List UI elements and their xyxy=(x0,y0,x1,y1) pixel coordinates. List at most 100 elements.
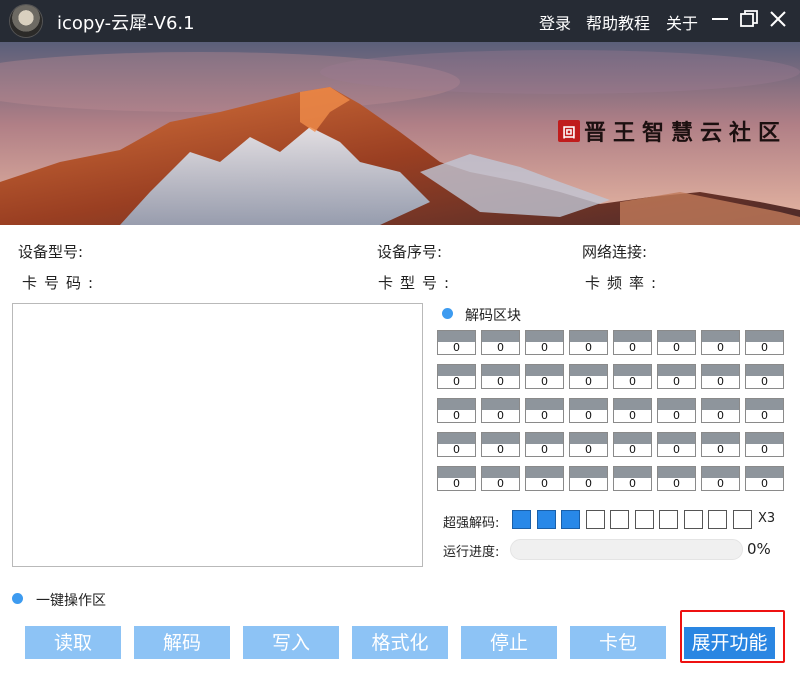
decode-block-cell: 0 xyxy=(613,398,652,423)
super-decode-square xyxy=(561,510,580,529)
decode-block-value: 0 xyxy=(541,375,548,388)
decode-block-cell: 0 xyxy=(745,432,784,457)
decode-block-value: 0 xyxy=(629,341,636,354)
log-output-area[interactable] xyxy=(12,303,423,567)
login-menu[interactable]: 登录 xyxy=(539,10,571,34)
oneclick-section-title: 一键操作区 xyxy=(36,593,106,609)
about-menu[interactable]: 关于 xyxy=(666,10,698,34)
decode-block-value: 0 xyxy=(585,443,592,456)
decode-block-cell: 0 xyxy=(657,330,696,355)
app-logo-icon xyxy=(10,5,42,37)
progress-value: 0% xyxy=(747,540,771,558)
decode-block-value: 0 xyxy=(673,341,680,354)
app-title: icopy-云犀-V6.1 xyxy=(57,13,195,34)
decode-block-value: 0 xyxy=(497,443,504,456)
decode-block-value: 0 xyxy=(629,375,636,388)
decode-block-cell: 0 xyxy=(657,432,696,457)
decode-block-cell: 0 xyxy=(569,364,608,389)
decode-section-title: 解码区块 xyxy=(465,308,521,324)
decode-block-value: 0 xyxy=(629,443,636,456)
decode-block-cell: 0 xyxy=(701,398,740,423)
decode-block-cell: 0 xyxy=(613,330,652,355)
decode-button[interactable]: 解码 xyxy=(134,626,230,659)
super-decode-label: 超强解码: xyxy=(443,516,500,531)
decode-block-cell: 0 xyxy=(481,466,520,491)
decode-block-cell: 0 xyxy=(613,364,652,389)
decode-block-value: 0 xyxy=(453,409,460,422)
title-bar: icopy-云犀-V6.1 登录 帮助教程 关于 xyxy=(0,0,800,42)
decode-block-cell: 0 xyxy=(613,432,652,457)
decode-block-cell: 0 xyxy=(701,432,740,457)
decode-block-value: 0 xyxy=(761,477,768,490)
progress-label: 运行进度: xyxy=(443,545,500,560)
decode-block-cell: 0 xyxy=(569,432,608,457)
super-decode-square xyxy=(659,510,678,529)
decode-block-value: 0 xyxy=(541,477,548,490)
decode-block-cell: 0 xyxy=(481,398,520,423)
decode-block-value: 0 xyxy=(673,409,680,422)
help-tutorial-menu[interactable]: 帮助教程 xyxy=(586,10,650,34)
format-button[interactable]: 格式化 xyxy=(352,626,448,659)
write-button[interactable]: 写入 xyxy=(243,626,339,659)
decode-block-cell: 0 xyxy=(525,466,564,491)
super-decode-square xyxy=(536,510,556,529)
super-decode-square xyxy=(732,510,752,529)
decode-block-cell: 0 xyxy=(701,364,740,389)
decode-block-value: 0 xyxy=(761,375,768,388)
device-model-label: 设备型号: xyxy=(18,243,84,261)
decode-block-cell: 0 xyxy=(437,364,476,389)
decode-block-cell: 0 xyxy=(525,432,564,457)
decode-block-cell: 0 xyxy=(437,398,476,423)
restore-icon[interactable] xyxy=(738,8,760,30)
decode-block-value: 0 xyxy=(585,341,592,354)
decode-block-value: 0 xyxy=(541,409,548,422)
decode-block-cell: 0 xyxy=(745,466,784,491)
brand-mark-icon: 回 xyxy=(558,120,580,142)
decode-block-grid: 0 0 0 0 0 0 0 0 0 0 0 0 0 0 0 0 0 0 0 0 0 0 0 0 0 0 0 0 0 0 0 0 0 0 0 0 0 0 0 0 xyxy=(437,330,785,493)
decode-block-value: 0 xyxy=(673,375,680,388)
decode-block-cell: 0 xyxy=(437,330,476,355)
decode-block-value: 0 xyxy=(761,409,768,422)
decode-block-cell: 0 xyxy=(481,330,520,355)
decode-block-value: 0 xyxy=(453,375,460,388)
decode-block-cell: 0 xyxy=(525,398,564,423)
banner-image: 回 晋王智慧云社区 xyxy=(0,42,800,225)
decode-block-value: 0 xyxy=(453,443,460,456)
minimize-icon[interactable] xyxy=(709,8,731,30)
read-button[interactable]: 读取 xyxy=(25,626,121,659)
decode-block-value: 0 xyxy=(673,477,680,490)
decode-block-cell: 0 xyxy=(525,364,564,389)
decode-block-cell: 0 xyxy=(481,364,520,389)
decode-block-cell: 0 xyxy=(701,466,740,491)
brand-text: 晋王智慧云社区 xyxy=(584,120,788,146)
card-wallet-button[interactable]: 卡包 xyxy=(570,626,666,659)
stop-button[interactable]: 停止 xyxy=(461,626,557,659)
decode-block-value: 0 xyxy=(497,375,504,388)
brand-logo: 回 晋王智慧云社区 xyxy=(558,116,787,146)
decode-block-value: 0 xyxy=(497,409,504,422)
decode-block-cell: 0 xyxy=(569,330,608,355)
super-decode-square xyxy=(585,510,605,529)
card-number-label: 卡号码: xyxy=(22,274,101,292)
super-decode-multiplier: X3 xyxy=(758,511,776,526)
decode-block-value: 0 xyxy=(717,409,724,422)
decode-block-value: 0 xyxy=(717,341,724,354)
close-icon[interactable] xyxy=(767,8,789,30)
decode-block-cell: 0 xyxy=(569,466,608,491)
progress-bar xyxy=(510,539,743,560)
network-label: 网络连接: xyxy=(582,243,648,261)
highlight-box xyxy=(680,610,785,663)
super-decode-square xyxy=(610,510,629,529)
decode-block-value: 0 xyxy=(717,477,724,490)
decode-block-value: 0 xyxy=(717,375,724,388)
decode-block-value: 0 xyxy=(717,443,724,456)
decode-block-value: 0 xyxy=(629,477,636,490)
super-decode-square xyxy=(683,510,703,529)
decode-block-value: 0 xyxy=(453,477,460,490)
decode-block-cell: 0 xyxy=(437,432,476,457)
decode-block-value: 0 xyxy=(585,375,592,388)
decode-block-cell: 0 xyxy=(525,330,564,355)
decode-block-cell: 0 xyxy=(569,398,608,423)
decode-block-value: 0 xyxy=(497,341,504,354)
device-serial-label: 设备序号: xyxy=(377,243,443,261)
